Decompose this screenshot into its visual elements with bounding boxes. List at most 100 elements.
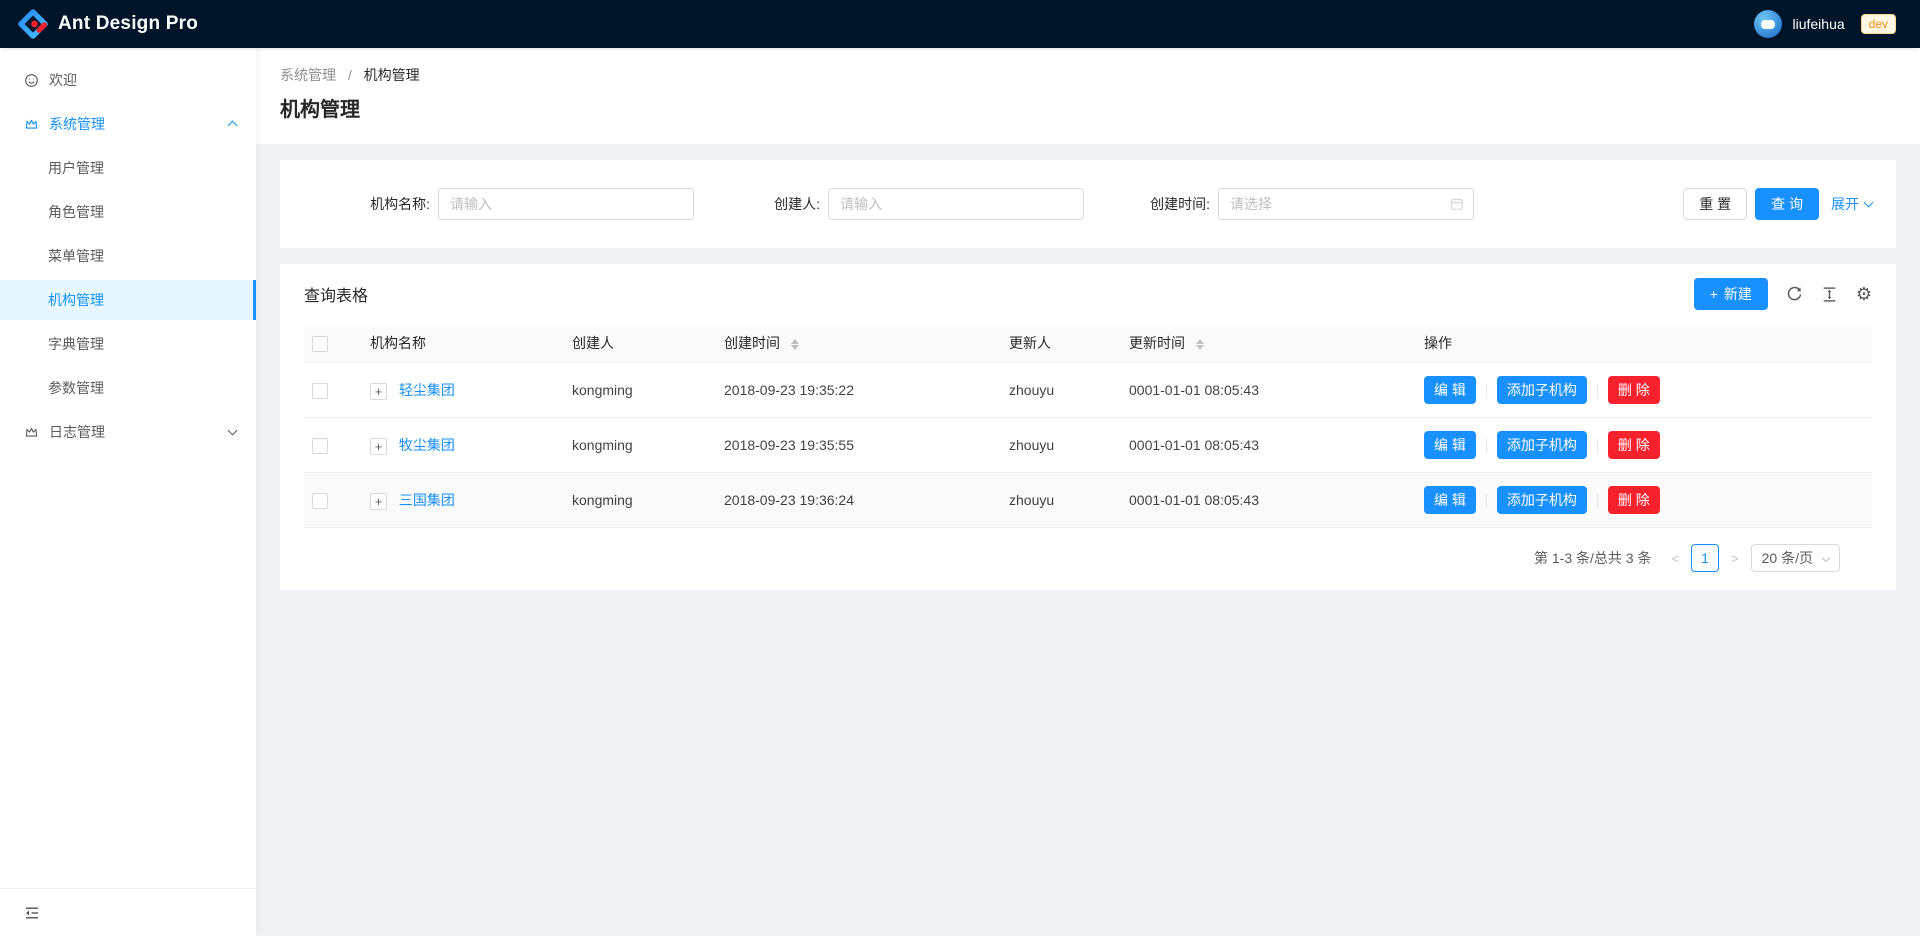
breadcrumb-parent[interactable]: 系统管理 [280,67,336,83]
sidebar-item-welcome[interactable]: 欢迎 [0,60,256,100]
expand-row-icon[interactable]: + [370,383,387,400]
calendar-icon [1450,197,1464,211]
table-card: 查询表格 + 新建 [280,264,1896,590]
header-user-area[interactable]: liufeihua dev [1754,10,1896,38]
add-child-org-button[interactable]: 添加子机构 [1497,376,1587,404]
new-button[interactable]: + 新建 [1694,278,1768,310]
chevron-down-icon [1822,554,1830,562]
filter-creator: 创建人: [694,188,1084,220]
cell-create-time: 2018-09-23 19:35:22 [716,363,1001,418]
sidebar-item-roles[interactable]: 角色管理 [0,192,256,232]
table-header-row: 机构名称 创建人 创建时间 更新人 更新时间 操作 [304,324,1872,363]
add-child-org-button[interactable]: 添加子机构 [1497,431,1587,459]
select-all-checkbox[interactable] [312,336,328,352]
action-divider [1486,494,1487,508]
row-checkbox[interactable] [312,438,328,454]
cell-creator: kongming [564,363,716,418]
add-child-org-button[interactable]: 添加子机构 [1497,486,1587,514]
table-row: + 轻尘集团 kongming 2018-09-23 19:35:22 zhou… [304,363,1872,418]
cell-updater: zhouyu [1001,418,1121,473]
expand-link[interactable]: 展开 [1831,194,1872,214]
cell-update-time: 0001-01-01 08:05:43 [1121,363,1416,418]
action-divider [1486,439,1487,453]
search-filter-card: 机构名称: 创建人: 创建时间: [280,160,1896,248]
sidebar-group-label: 系统管理 [49,114,105,134]
expand-row-icon[interactable]: + [370,493,387,510]
cell-create-time: 2018-09-23 19:35:55 [716,418,1001,473]
col-update-time[interactable]: 更新时间 [1121,324,1416,363]
sidebar-item-orgs[interactable]: 机构管理 [0,280,256,320]
sidebar-item-label: 欢迎 [49,70,77,90]
sidebar-item-params[interactable]: 参数管理 [0,368,256,408]
sidebar-item-label: 参数管理 [48,378,104,398]
reset-button[interactable]: 重 置 [1683,188,1747,220]
org-name-link[interactable]: 牧尘集团 [399,437,455,453]
env-badge: dev [1861,14,1896,34]
page-title: 机构管理 [280,96,1896,124]
row-checkbox[interactable] [312,383,328,399]
prev-page-icon[interactable]: < [1667,551,1683,566]
table-toolbar: 查询表格 + 新建 [280,264,1896,324]
cell-create-time: 2018-09-23 19:36:24 [716,473,1001,528]
expand-label: 展开 [1831,194,1859,214]
sorter-icon[interactable] [1196,339,1204,350]
app-title: Ant Design Pro [58,13,198,35]
density-icon[interactable] [1821,286,1838,303]
create-time-picker[interactable] [1218,188,1474,220]
col-update-time-label: 更新时间 [1129,335,1185,351]
cell-updater: zhouyu [1001,473,1121,528]
user-avatar[interactable] [1754,10,1782,38]
org-name-link[interactable]: 三国集团 [399,492,455,508]
refresh-icon[interactable] [1786,286,1803,303]
plus-icon: + [1710,286,1718,302]
brand: Ant Design Pro [18,9,198,39]
pagination: 第 1-3 条/总共 3 条 < 1 > 20 条/页 [304,544,1840,572]
edit-button[interactable]: 编 辑 [1424,486,1476,514]
creator-input[interactable] [828,188,1084,220]
edit-button[interactable]: 编 辑 [1424,376,1476,404]
search-button[interactable]: 查 询 [1755,188,1819,220]
table-row: + 牧尘集团 kongming 2018-09-23 19:35:55 zhou… [304,418,1872,473]
row-checkbox[interactable] [312,493,328,509]
chevron-up-icon [228,121,238,131]
sidebar-item-label: 机构管理 [48,290,104,310]
next-page-icon[interactable]: > [1727,551,1743,566]
page-size-select[interactable]: 20 条/页 [1751,544,1840,572]
chevron-down-icon [228,426,238,436]
edit-button[interactable]: 编 辑 [1424,431,1476,459]
col-org-name: 机构名称 [346,324,564,363]
sidebar-item-menus[interactable]: 菜单管理 [0,236,256,276]
col-create-time[interactable]: 创建时间 [716,324,1001,363]
delete-button[interactable]: 删 除 [1608,486,1660,514]
delete-button[interactable]: 删 除 [1608,376,1660,404]
chevron-down-icon [1864,198,1874,208]
sidebar-item-dicts[interactable]: 字典管理 [0,324,256,364]
crown-icon [24,117,39,132]
action-divider [1597,384,1598,398]
page-number[interactable]: 1 [1691,544,1719,572]
delete-button[interactable]: 删 除 [1608,431,1660,459]
sidebar-item-users[interactable]: 用户管理 [0,148,256,188]
settings-gear-icon[interactable]: ⚙ [1856,286,1872,303]
sidebar-collapse-trigger[interactable] [0,888,256,936]
org-name-link[interactable]: 轻尘集团 [399,382,455,398]
crown-icon [24,425,39,440]
filter-org-name: 机构名称: [304,188,694,220]
cell-update-time: 0001-01-01 08:05:43 [1121,473,1416,528]
sidebar-group-system[interactable]: 系统管理 [0,104,256,144]
app-header: Ant Design Pro liufeihua dev [0,0,1920,48]
breadcrumb-separator: / [348,67,352,83]
filter-org-name-label: 机构名称: [370,194,430,214]
username[interactable]: liufeihua [1792,16,1844,32]
table-title: 查询表格 [304,282,368,306]
new-button-label: 新建 [1724,284,1752,304]
sidebar-group-logs[interactable]: 日志管理 [0,412,256,452]
action-divider [1597,439,1598,453]
filter-create-time: 创建时间: [1084,188,1474,220]
expand-row-icon[interactable]: + [370,438,387,455]
org-name-input[interactable] [438,188,694,220]
sorter-icon[interactable] [791,339,799,350]
sidebar-item-label: 角色管理 [48,202,104,222]
org-table: 机构名称 创建人 创建时间 更新人 更新时间 操作 [304,324,1872,528]
cell-updater: zhouyu [1001,363,1121,418]
